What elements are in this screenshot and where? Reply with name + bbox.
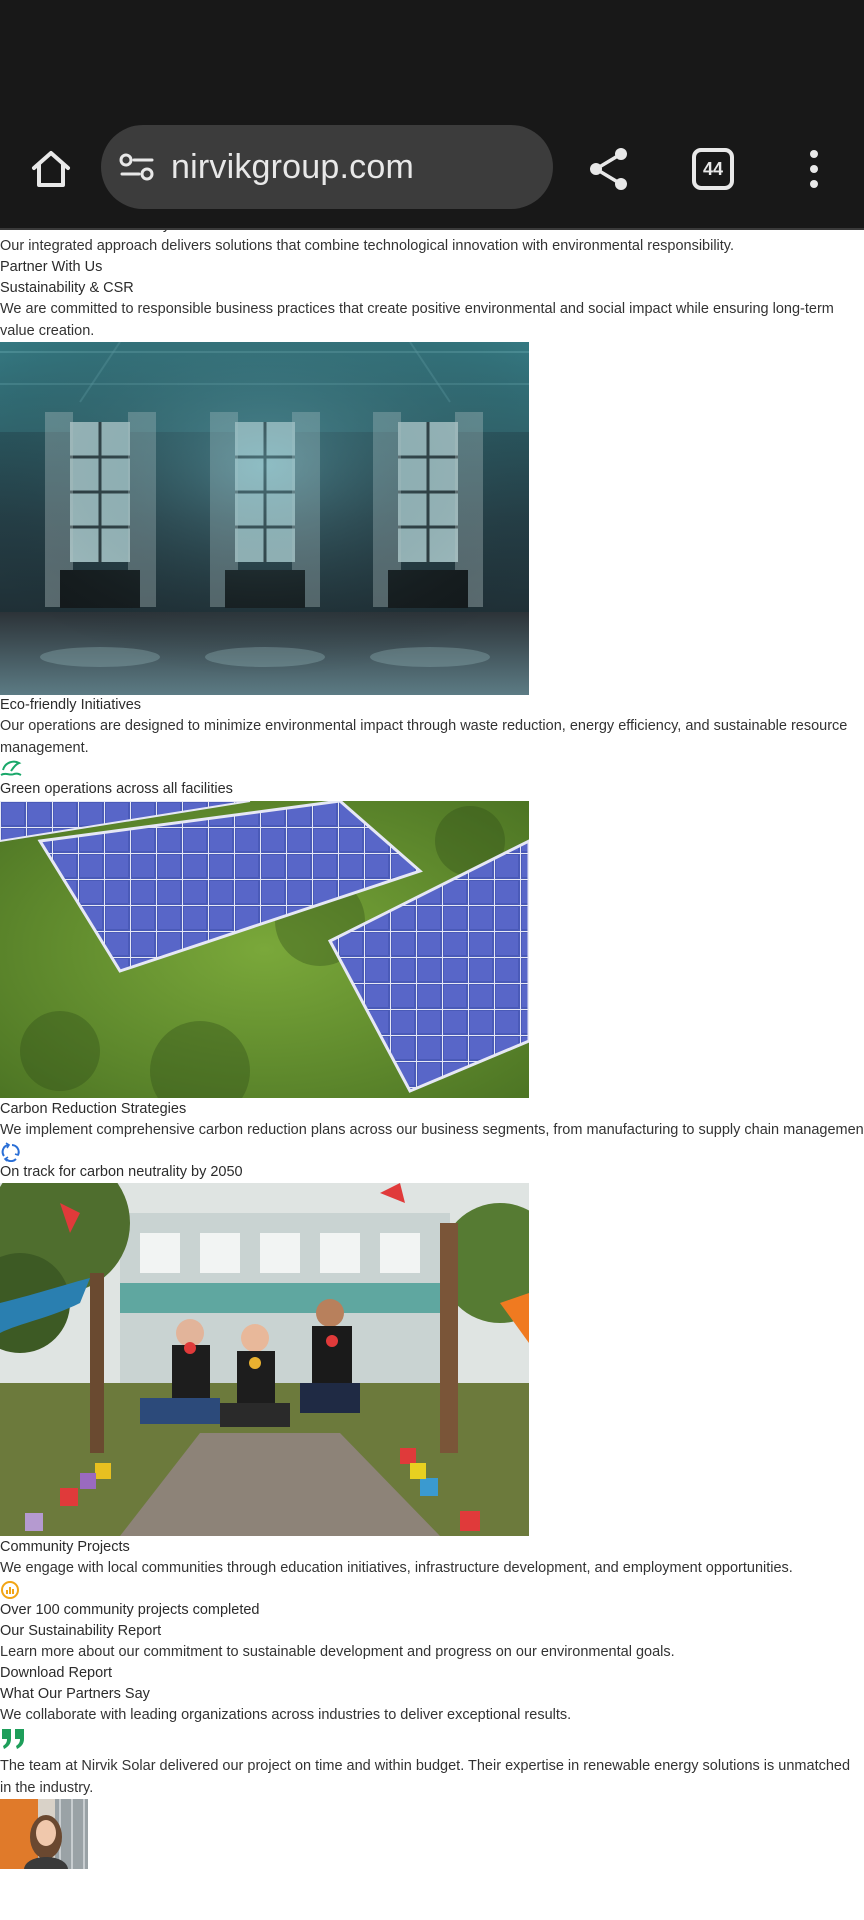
testimonial-avatar [0, 1799, 88, 1869]
address-bar[interactable]: nirvikgroup.com [101, 125, 553, 209]
download-report-link[interactable]: Download Report [0, 1663, 112, 1684]
community-chart-icon [0, 1580, 20, 1600]
carbon-stat: On track for carbon neutrality by 2050 [0, 1164, 243, 1180]
carbon-heading: Carbon Reduction Strategies [0, 1101, 187, 1117]
room-windows-image [0, 342, 529, 695]
quote-icon [0, 1727, 28, 1751]
eco-text: Our operations are designed to minimize … [0, 718, 848, 756]
community-heading: Community Projects [0, 1539, 130, 1555]
testimonial-quote: The team at Nirvik Solar delivered our p… [0, 1758, 851, 1796]
community-text: We engage with local communities through… [0, 1560, 793, 1576]
share-button[interactable] [578, 138, 640, 200]
carbon-recycle-icon [0, 1142, 22, 1163]
testimonials-heading: What Our Partners Say [0, 1686, 150, 1702]
sustainability-heading: Sustainability & CSR [0, 280, 134, 296]
tab-count: 44 [692, 148, 734, 190]
tab-switcher-button[interactable]: 44 [682, 138, 744, 200]
site-settings-button[interactable] [117, 147, 157, 187]
home-icon [32, 151, 70, 187]
testimonials-text: We collaborate with leading organization… [0, 1707, 572, 1723]
carbon-text: We implement comprehensive carbon reduct… [0, 1122, 864, 1138]
share-icon [590, 148, 627, 190]
more-vert-icon [810, 150, 818, 188]
eco-stat: Green operations across all facilities [0, 781, 233, 797]
home-button[interactable] [20, 138, 82, 200]
overflow-menu-button[interactable] [784, 138, 844, 200]
community-stat: Over 100 community projects completed [0, 1602, 260, 1618]
url-text[interactable]: nirvikgroup.com [171, 148, 414, 187]
report-text: Learn more about our commitment to susta… [0, 1644, 675, 1660]
eco-heading: Eco-friendly Initiatives [0, 697, 142, 713]
solar-panels-image [0, 801, 529, 1098]
browser-toolbar: nirvikgroup.com 44 [0, 0, 864, 230]
community-people-image [0, 1183, 529, 1536]
sustainability-text: We are committed to responsible business… [0, 301, 834, 339]
eco-leaf-icon [0, 758, 22, 778]
innovation-text: Our integrated approach delivers solutio… [0, 238, 735, 254]
partner-link[interactable]: Partner With Us [0, 257, 102, 278]
tune-icon [119, 153, 154, 181]
report-heading: Our Sustainability Report [0, 1623, 162, 1639]
